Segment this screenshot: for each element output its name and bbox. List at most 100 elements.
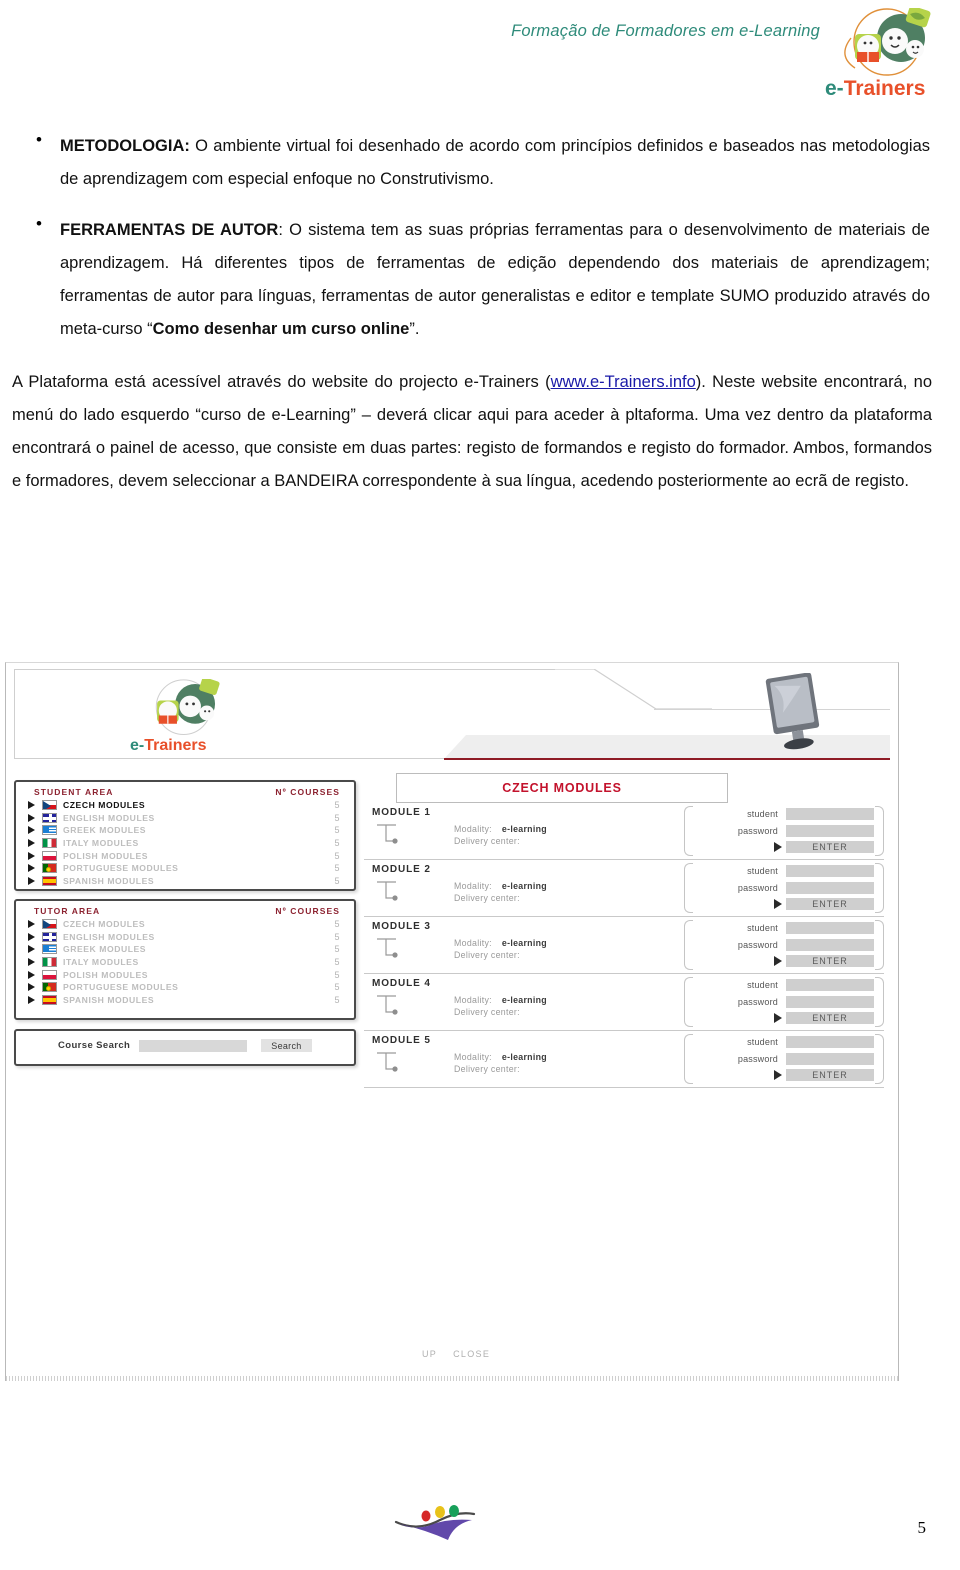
portugal-flag-icon — [42, 863, 57, 874]
module-meta: Modality: e-learning Delivery center: — [454, 880, 547, 904]
student-input[interactable] — [786, 1035, 874, 1048]
list-item[interactable]: CZECH MODULES 5 — [16, 799, 354, 812]
search-button[interactable]: Search — [261, 1039, 312, 1052]
list-item[interactable]: ENGLISH MODULES 5 — [16, 931, 354, 944]
expand-arrow-icon[interactable] — [28, 801, 35, 810]
module-row: MODULE 5 Modality: e-learning Delivery ce… — [364, 1031, 884, 1088]
expand-arrow-icon[interactable] — [28, 945, 35, 954]
password-label: password — [737, 1054, 778, 1064]
list-item-label: POLISH MODULES — [63, 850, 149, 861]
modality-label: Modality: — [454, 1052, 492, 1062]
bullet-item-ferramentas: FERRAMENTAS DE AUTOR: O sistema tem as s… — [36, 214, 930, 346]
student-field-row: student — [694, 977, 874, 992]
list-item[interactable]: ITALY MODULES 5 — [16, 837, 354, 850]
list-item[interactable]: CZECH MODULES 5 — [16, 918, 354, 931]
modality-value: e-learning — [501, 938, 547, 948]
enter-button[interactable]: ENTER — [786, 955, 874, 967]
password-input[interactable] — [786, 996, 874, 1008]
expand-arrow-icon[interactable] — [28, 839, 35, 848]
delivery-label: Delivery center: — [454, 836, 520, 846]
course-count: 5 — [334, 957, 340, 968]
module-row: MODULE 3 Modality: e-learning Delivery ce… — [364, 917, 884, 974]
logo-prefix: e- — [130, 737, 145, 754]
expand-arrow-icon[interactable] — [28, 876, 35, 885]
list-item-label: SPANISH MODULES — [63, 875, 155, 886]
student-input[interactable] — [786, 978, 874, 991]
delivery-line: Delivery center: — [454, 1006, 547, 1018]
tutor-courses-header: Nº COURSES — [275, 906, 340, 916]
enter-button[interactable]: ENTER — [786, 1012, 874, 1024]
bullet-lead: METODOLOGIA: — [60, 137, 190, 155]
list-item[interactable]: SPANISH MODULES 5 — [16, 875, 354, 888]
modality-line: Modality: e-learning — [454, 823, 547, 835]
expand-arrow-icon[interactable] — [28, 995, 35, 1004]
course-count: 5 — [334, 863, 340, 874]
student-input[interactable] — [786, 807, 874, 820]
spain-flag-icon — [42, 875, 57, 886]
tutor-area-title: TUTOR AREA — [34, 906, 101, 916]
password-input[interactable] — [786, 825, 874, 837]
expand-arrow-icon[interactable] — [28, 920, 35, 929]
list-item[interactable]: ITALY MODULES 5 — [16, 956, 354, 969]
tree-branch-icon — [376, 879, 404, 903]
list-item[interactable]: PORTUGUESE MODULES 5 — [16, 862, 354, 875]
module-name: MODULE 5 — [372, 1035, 431, 1046]
list-item[interactable]: GREEK MODULES 5 — [16, 943, 354, 956]
expand-arrow-icon[interactable] — [28, 826, 35, 835]
modality-line: Modality: e-learning — [454, 880, 547, 892]
list-item[interactable]: GREEK MODULES 5 — [16, 824, 354, 837]
password-input[interactable] — [786, 882, 874, 894]
bullet-paragraph: METODOLOGIA: O ambiente virtual foi dese… — [60, 130, 930, 196]
list-item[interactable]: ENGLISH MODULES 5 — [16, 812, 354, 825]
password-input[interactable] — [786, 939, 874, 951]
delivery-line: Delivery center: — [454, 949, 547, 961]
e-trainers-website-link[interactable]: www.e-Trainers.info — [551, 373, 696, 391]
list-item[interactable]: PORTUGUESE MODULES 5 — [16, 981, 354, 994]
expand-arrow-icon[interactable] — [28, 970, 35, 979]
list-item[interactable]: SPANISH MODULES 5 — [16, 994, 354, 1007]
e-trainers-logo-icon — [844, 5, 931, 76]
expand-arrow-icon[interactable] — [28, 813, 35, 822]
module-name: MODULE 3 — [372, 921, 431, 932]
module-row: MODULE 4 Modality: e-learning Delivery ce… — [364, 974, 884, 1031]
student-area-panel: STUDENT AREA Nº COURSES CZECH MODULES 5 … — [14, 780, 356, 891]
czech-flag-icon — [42, 800, 57, 811]
course-search-label: Course Search — [58, 1040, 131, 1051]
student-label: student — [747, 1036, 778, 1047]
brace-right — [875, 1034, 884, 1084]
student-input[interactable] — [786, 864, 874, 877]
list-item-label: GREEK MODULES — [63, 825, 147, 836]
enter-arrow-icon — [774, 1070, 782, 1080]
enter-button[interactable]: ENTER — [786, 898, 874, 910]
delivery-label: Delivery center: — [454, 950, 520, 960]
course-count: 5 — [334, 931, 340, 942]
bullet-item-metodologia: METODOLOGIA: O ambiente virtual foi dese… — [36, 130, 930, 196]
screenshot-e-trainers-logo: e-Trainers — [124, 677, 244, 755]
password-input[interactable] — [786, 1053, 874, 1065]
expand-arrow-icon[interactable] — [28, 851, 35, 860]
modality-line: Modality: e-learning — [454, 1051, 547, 1063]
course-search-input[interactable] — [139, 1039, 248, 1052]
expand-arrow-icon[interactable] — [28, 864, 35, 873]
bullet-text: O ambiente virtual foi desenhado de acor… — [60, 137, 930, 188]
expand-arrow-icon[interactable] — [28, 983, 35, 992]
student-label: student — [747, 808, 778, 819]
enter-row: ENTER — [694, 955, 874, 967]
enter-button[interactable]: ENTER — [786, 841, 874, 853]
list-item[interactable]: POLISH MODULES 5 — [16, 968, 354, 981]
expand-arrow-icon[interactable] — [28, 932, 35, 941]
module-meta: Modality: e-learning Delivery center: — [454, 1051, 547, 1075]
password-field-row: password — [694, 1052, 874, 1067]
student-input[interactable] — [786, 921, 874, 934]
enter-arrow-icon — [774, 899, 782, 909]
list-item[interactable]: POLISH MODULES 5 — [16, 849, 354, 862]
delivery-line: Delivery center: — [454, 892, 547, 904]
expand-arrow-icon[interactable] — [28, 958, 35, 967]
enter-button[interactable]: ENTER — [786, 1069, 874, 1081]
tutor-area-panel: TUTOR AREA Nº COURSES CZECH MODULES 5 EN… — [14, 899, 356, 1020]
brace-right — [875, 806, 884, 856]
list-item-label: GREEK MODULES — [63, 944, 147, 955]
course-count: 5 — [334, 982, 340, 993]
close-link[interactable]: CLOSE — [453, 1349, 490, 1359]
up-link[interactable]: UP — [422, 1349, 437, 1359]
